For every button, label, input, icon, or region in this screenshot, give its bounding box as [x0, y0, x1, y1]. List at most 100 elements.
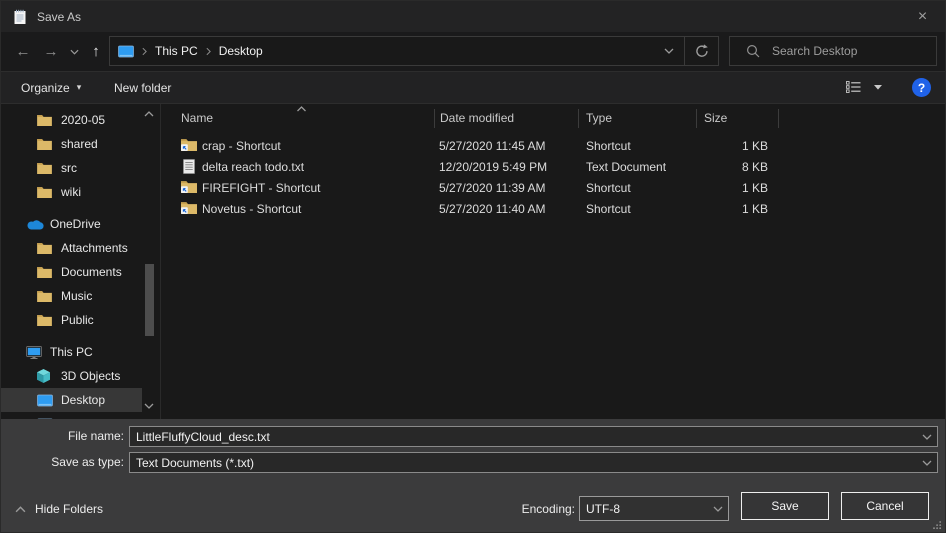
sidebar-item-attachments[interactable]: Attachments: [1, 236, 142, 260]
file-name-combobox: [129, 426, 938, 447]
sidebar-item-2020-05[interactable]: 2020-05: [1, 108, 142, 132]
address-dropdown-button[interactable]: [654, 37, 684, 65]
sidebar-item-label: Documents: [61, 265, 122, 279]
sidebar-item-label: shared: [61, 137, 98, 151]
hide-folders-label: Hide Folders: [35, 502, 103, 516]
breadcrumb-chevron-icon: [206, 47, 211, 56]
breadcrumb-this-pc[interactable]: This PC: [155, 44, 198, 58]
sidebar-item-3d-objects[interactable]: 3D Objects: [1, 364, 142, 388]
back-button[interactable]: ←: [9, 32, 37, 71]
forward-button[interactable]: →: [37, 32, 65, 71]
column-header-name[interactable]: Name: [162, 104, 434, 132]
column-header-size[interactable]: Size: [696, 104, 778, 132]
sidebar-item-label: Attachments: [61, 241, 128, 255]
folder-shortcut-icon: [181, 180, 197, 196]
sidebar-item-label: OneDrive: [50, 217, 101, 231]
up-button[interactable]: ↑: [83, 32, 109, 71]
chevron-down-icon: [708, 506, 728, 512]
chevron-down-icon: [917, 460, 937, 466]
file-row[interactable]: delta reach todo.txt 12/20/2019 5:49 PM …: [162, 157, 939, 178]
this-pc-icon: [118, 45, 134, 58]
save-as-type-combobox[interactable]: Text Documents (*.txt): [129, 452, 938, 473]
save-as-dialog: Save As × ← → ↑ This PC Desktop Organize: [0, 0, 946, 533]
save-as-type-label: Save as type:: [1, 455, 124, 469]
save-button[interactable]: Save: [741, 492, 829, 520]
recent-locations-chevron-icon[interactable]: [65, 32, 83, 71]
file-type: Shortcut: [586, 178, 631, 199]
hide-folders-button[interactable]: Hide Folders: [15, 502, 103, 516]
resize-grip[interactable]: [932, 520, 942, 530]
sidebar-item-shared[interactable]: shared: [1, 132, 142, 156]
organize-button[interactable]: Organize ▾: [21, 72, 81, 103]
encoding-label: Encoding:: [455, 502, 575, 516]
file-type: Shortcut: [586, 199, 631, 220]
window-title: Save As: [37, 10, 81, 24]
sidebar-item-public[interactable]: Public: [1, 308, 142, 332]
chevron-down-icon[interactable]: [917, 434, 937, 440]
3d-objects-icon: [37, 369, 55, 383]
breadcrumb-desktop[interactable]: Desktop: [219, 44, 263, 58]
file-type: Shortcut: [586, 136, 631, 157]
file-size: 8 KB: [696, 157, 768, 178]
sidebar-item-wiki[interactable]: wiki: [1, 180, 142, 204]
search-input[interactable]: [760, 43, 936, 59]
search-box: [729, 36, 937, 66]
sidebar-item-music[interactable]: Music: [1, 284, 142, 308]
titlebar: Save As ×: [1, 1, 945, 32]
file-list: Name Date modified Type Size crap - Shor…: [162, 104, 945, 419]
scroll-down-icon[interactable]: [144, 403, 154, 409]
scroll-up-icon[interactable]: [144, 111, 154, 117]
organize-label: Organize: [21, 81, 70, 95]
file-row[interactable]: Novetus - Shortcut 5/27/2020 11:40 AM Sh…: [162, 199, 939, 220]
organize-caret-icon: ▾: [77, 82, 82, 93]
scrollbar-thumb[interactable]: [145, 264, 154, 336]
onedrive-cloud-icon: [26, 218, 44, 230]
sidebar-item-documents[interactable]: Documents: [1, 260, 142, 284]
toolbar: Organize ▾ New folder ?: [1, 71, 945, 104]
sidebar-item-label: 2020-05: [61, 113, 105, 127]
close-button[interactable]: ×: [900, 1, 945, 32]
breadcrumb-chevron-icon: [142, 47, 147, 56]
file-row[interactable]: crap - Shortcut 5/27/2020 11:45 AM Short…: [162, 136, 939, 157]
encoding-combobox[interactable]: UTF-8: [579, 496, 729, 521]
file-name-input[interactable]: [130, 429, 917, 445]
sidebar-item-partial[interactable]: [1, 412, 142, 419]
column-header-type[interactable]: Type: [578, 104, 696, 132]
chevron-up-icon: [15, 506, 26, 513]
sidebar-item-onedrive[interactable]: OneDrive: [1, 212, 142, 236]
folder-icon: [37, 114, 55, 126]
view-dropdown-icon[interactable]: [874, 85, 882, 90]
refresh-button[interactable]: [684, 37, 718, 65]
new-folder-button[interactable]: New folder: [114, 72, 171, 103]
sidebar-item-this-pc[interactable]: This PC: [1, 340, 142, 364]
sidebar-item-src[interactable]: src: [1, 156, 142, 180]
this-pc-icon: [26, 346, 44, 359]
details-view-icon[interactable]: [846, 81, 861, 93]
save-as-type-value: Text Documents (*.txt): [130, 456, 917, 470]
folder-shortcut-icon: [181, 138, 197, 154]
file-size: 1 KB: [696, 178, 768, 199]
file-date-modified: 5/27/2020 11:39 AM: [439, 178, 546, 199]
desktop-icon: [37, 394, 55, 407]
sidebar-item-desktop[interactable]: Desktop: [1, 388, 142, 412]
sidebar-scrollbar[interactable]: [143, 104, 155, 419]
file-name: delta reach todo.txt: [202, 157, 304, 178]
column-header-date-modified[interactable]: Date modified: [434, 104, 578, 132]
encoding-value: UTF-8: [580, 502, 708, 516]
file-row[interactable]: FIREFIGHT - Shortcut 5/27/2020 11:39 AM …: [162, 178, 939, 199]
content-area: 2020-05 shared src wiki OneDrive Attachm…: [1, 104, 945, 419]
folder-tree: 2020-05 shared src wiki OneDrive Attachm…: [1, 104, 161, 419]
help-icon[interactable]: ?: [912, 78, 931, 97]
notepad-icon: [12, 9, 28, 25]
file-name-label: File name:: [1, 429, 124, 443]
folder-icon: [37, 162, 55, 174]
folder-icon: [37, 266, 55, 278]
column-divider: [578, 109, 579, 128]
address-bar[interactable]: This PC Desktop: [109, 36, 719, 66]
folder-icon: [37, 314, 55, 326]
cancel-button[interactable]: Cancel: [841, 492, 929, 520]
column-headers: Name Date modified Type Size: [162, 104, 945, 132]
folder-icon: [37, 290, 55, 302]
file-size: 1 KB: [696, 136, 768, 157]
navigation-bar: ← → ↑ This PC Desktop: [1, 32, 945, 71]
